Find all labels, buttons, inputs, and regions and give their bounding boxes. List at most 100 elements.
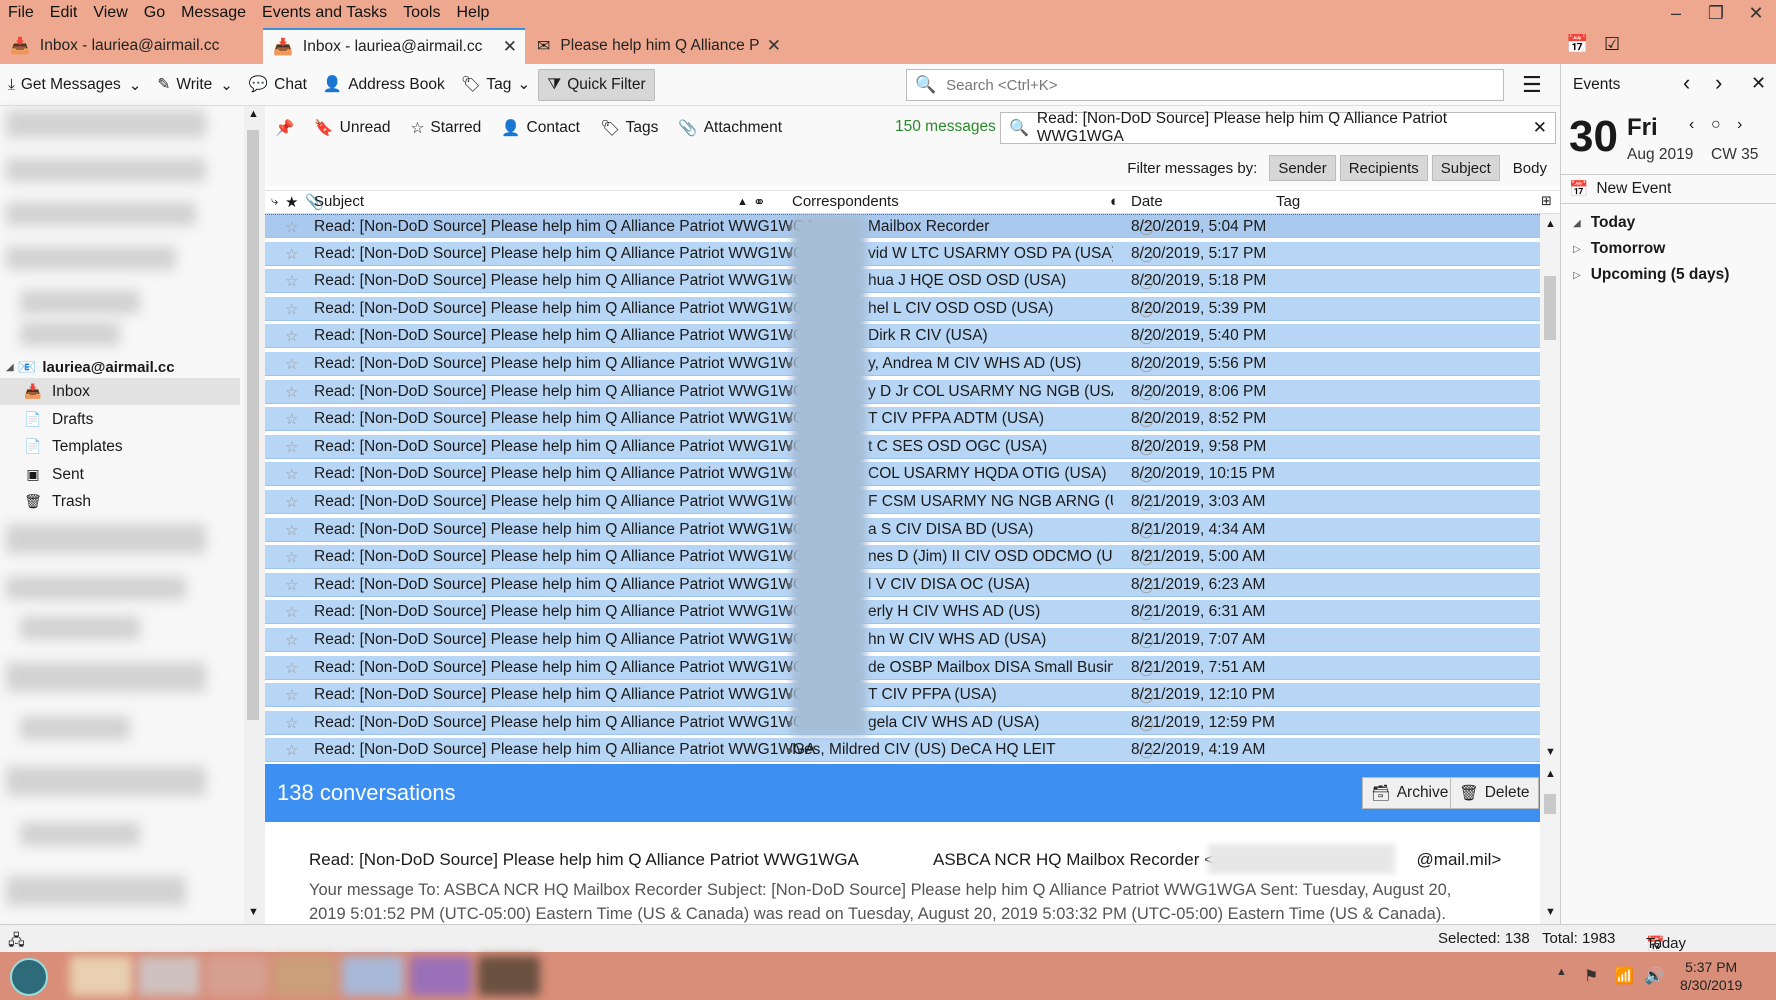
message-row[interactable]: ☆ Read: [Non-DoD Source] Please help him … — [265, 324, 1540, 348]
scroll-up-icon[interactable]: ▲ — [1545, 218, 1556, 230]
calendar-icon[interactable]: 📅 — [1566, 34, 1588, 55]
filter-subject-button[interactable]: Subject — [1431, 155, 1500, 181]
network-warning-icon[interactable]: ⚑ — [1584, 966, 1598, 986]
star-icon[interactable]: ☆ — [285, 465, 298, 483]
prev-day-icon[interactable]: ‹ — [1683, 70, 1690, 96]
star-icon[interactable]: ☆ — [285, 327, 298, 345]
read-column-icon[interactable]: ⚭ — [753, 193, 766, 211]
blurred-taskbar-app[interactable] — [410, 956, 472, 996]
subject-column-header[interactable]: Subject — [314, 193, 364, 210]
quick-filter-button[interactable]: ⧩ Quick Filter — [538, 68, 655, 101]
scroll-thumb[interactable] — [1544, 794, 1556, 814]
minimize-button[interactable]: – — [1656, 0, 1696, 26]
star-icon[interactable]: ☆ — [285, 355, 298, 373]
signal-icon[interactable]: 📶 — [1614, 966, 1634, 986]
menu-file[interactable]: File — [0, 4, 42, 22]
get-messages-dropdown-icon[interactable]: ⌄ — [129, 76, 142, 94]
volume-icon[interactable]: 🔊 — [1644, 966, 1664, 986]
message-list-scrollbar[interactable]: ▲ ▼ — [1540, 214, 1560, 764]
menu-help[interactable]: Help — [448, 4, 497, 22]
account-row[interactable]: ◢ 📧 lauriea@airmail.cc — [6, 358, 175, 377]
today-circle-icon[interactable]: ○ — [1711, 116, 1721, 134]
filter-recipients-button[interactable]: Recipients — [1339, 155, 1428, 181]
thread-column-icon[interactable]: ⤷ — [271, 193, 278, 209]
star-icon[interactable]: ☆ — [285, 245, 298, 263]
star-icon[interactable]: ☆ — [285, 741, 298, 759]
scroll-down-icon[interactable]: ▼ — [1545, 906, 1556, 918]
junk-column-icon[interactable]: ◐ — [1110, 193, 1119, 210]
menu-go[interactable]: Go — [136, 4, 173, 22]
tab-inbox-2[interactable]: 📥 Inbox - lauriea@airmail.cc ✕ — [263, 28, 525, 64]
folder-templates[interactable]: 📄 Templates — [0, 433, 240, 460]
column-picker-icon[interactable]: ⊞ — [1541, 193, 1552, 209]
preview-scrollbar[interactable]: ▲ ▼ — [1540, 764, 1560, 924]
message-row[interactable]: ☆ Read: [Non-DoD Source] Please help him … — [265, 518, 1540, 542]
folder-sent[interactable]: ▣ Sent — [0, 461, 240, 488]
star-icon[interactable]: ☆ — [285, 438, 298, 456]
blurred-taskbar-app[interactable] — [478, 956, 540, 996]
tags-filter-button[interactable]: 🏷 Tags — [590, 113, 668, 143]
message-row[interactable]: ☆ Read: [Non-DoD Source] Please help him … — [265, 242, 1540, 266]
star-column-icon[interactable]: ★ — [285, 193, 298, 211]
folder-pane-scrollbar[interactable]: ▲ ▼ — [244, 106, 262, 924]
star-icon[interactable]: ☆ — [285, 576, 298, 594]
contact-filter-button[interactable]: 👤 Contact — [491, 113, 590, 143]
star-icon[interactable]: ☆ — [285, 714, 298, 732]
starred-filter-button[interactable]: ☆ Starred — [400, 113, 491, 143]
tag-button[interactable]: 🏷 Tag ⌄ — [453, 69, 539, 101]
message-row[interactable]: ☆ Read: [Non-DoD Source] Please help him … — [265, 490, 1540, 514]
quick-filter-search-input[interactable]: 🔍 Read: [Non-DoD Source] Please help him… — [1000, 110, 1556, 145]
correspondents-column-header[interactable]: Correspondents — [792, 193, 899, 210]
star-icon[interactable]: ☆ — [285, 686, 298, 704]
maximize-button[interactable]: ❐ — [1696, 0, 1736, 26]
message-row[interactable]: ☆ Read: [Non-DoD Source] Please help him … — [265, 407, 1540, 431]
events-section-today[interactable]: ◢ Today — [1573, 214, 1635, 232]
message-row[interactable]: ☆ Read: [Non-DoD Source] Please help him … — [265, 600, 1540, 624]
menu-edit[interactable]: Edit — [42, 4, 86, 22]
chat-button[interactable]: 💬 Chat — [241, 69, 315, 101]
star-icon[interactable]: ☆ — [285, 659, 298, 677]
date-column-header[interactable]: Date — [1131, 193, 1163, 210]
message-row[interactable]: ☆ Read: [Non-DoD Source] Please help him … — [265, 462, 1540, 486]
scroll-up-icon[interactable]: ▲ — [1545, 768, 1556, 780]
star-icon[interactable]: ☆ — [285, 603, 298, 621]
message-row[interactable]: ☆ Read: [Non-DoD Source] Please help him … — [265, 711, 1540, 735]
mini-prev-icon[interactable]: ‹ — [1689, 116, 1694, 134]
star-icon[interactable]: ☆ — [285, 493, 298, 511]
get-messages-button[interactable]: ⤓ Get Messages — [0, 69, 129, 101]
scroll-thumb[interactable] — [247, 130, 259, 720]
folder-inbox[interactable]: 📥 Inbox — [0, 378, 240, 405]
sticky-filter-button[interactable]: 📌 — [265, 113, 304, 143]
message-row[interactable]: ☆ Read: [Non-DoD Source] Please help him … — [265, 380, 1540, 404]
filter-body-button[interactable]: Body — [1504, 155, 1556, 181]
app-menu-icon[interactable]: ☰ — [1522, 72, 1542, 98]
star-icon[interactable]: ☆ — [285, 631, 298, 649]
close-tab-icon[interactable]: ✕ — [503, 37, 517, 57]
blurred-taskbar-app[interactable] — [138, 956, 200, 996]
clear-search-icon[interactable]: ✕ — [1533, 118, 1547, 138]
star-icon[interactable]: ☆ — [285, 272, 298, 290]
close-tab-icon[interactable]: ✕ — [767, 36, 781, 56]
write-button[interactable]: ✎ Write — [149, 69, 220, 101]
scroll-up-icon[interactable]: ▲ — [248, 108, 259, 120]
address-book-button[interactable]: 👤 Address Book — [315, 69, 453, 101]
filter-sender-button[interactable]: Sender — [1269, 155, 1336, 181]
message-row[interactable]: ☆ Read: [Non-DoD Source] Please help him … — [265, 352, 1540, 376]
tag-column-header[interactable]: Tag — [1276, 193, 1300, 210]
scroll-down-icon[interactable]: ▼ — [1545, 746, 1556, 758]
archive-button[interactable]: 🗃 Archive — [1362, 777, 1458, 809]
tasks-icon[interactable]: ☑ — [1604, 34, 1620, 55]
menu-tools[interactable]: Tools — [395, 4, 448, 22]
start-button[interactable] — [10, 958, 48, 996]
star-icon[interactable]: ☆ — [285, 410, 298, 428]
tab-message[interactable]: ✉ Please help him Q Alliance P ✕ — [527, 28, 789, 64]
system-clock[interactable]: 5:37 PM 8/30/2019 — [1680, 958, 1742, 994]
blurred-taskbar-app[interactable] — [274, 956, 336, 996]
next-day-icon[interactable]: › — [1715, 70, 1722, 96]
preview-subject[interactable]: Read: [Non-DoD Source] Please help him Q… — [309, 850, 859, 870]
events-section-tomorrow[interactable]: ▷ Tomorrow — [1573, 240, 1665, 258]
tray-expand-icon[interactable]: ▲ — [1556, 966, 1567, 978]
folder-drafts[interactable]: 📄 Drafts — [0, 406, 240, 433]
star-icon[interactable]: ☆ — [285, 218, 298, 236]
delete-button[interactable]: 🗑 Delete — [1450, 777, 1539, 809]
